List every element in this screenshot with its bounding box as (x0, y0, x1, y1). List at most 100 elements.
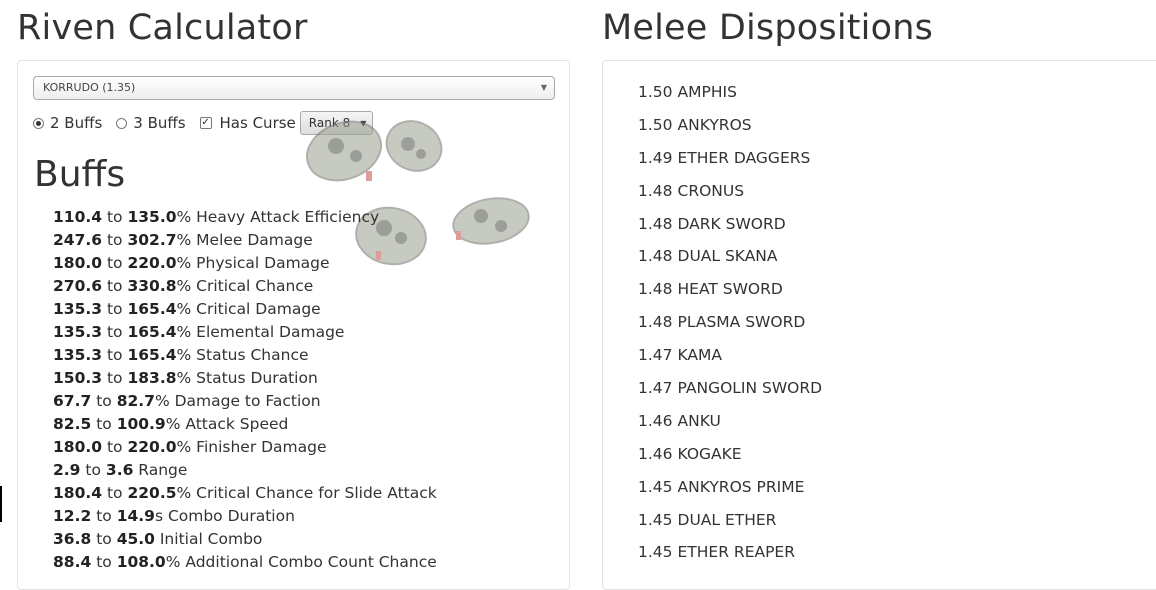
chevron-down-icon: ▼ (540, 83, 547, 92)
disposition-item: 1.48 DARK SWORD (638, 208, 827, 241)
buff-sep: to (106, 231, 123, 249)
buff-max: 45.0 (116, 530, 155, 548)
buff-max: 165.4 (127, 300, 177, 318)
buff-sep: to (85, 461, 101, 479)
buff-item: 2.9 to 3.6 Range (53, 459, 437, 482)
buff-min: 2.9 (53, 461, 81, 479)
disposition-value: 1.48 (638, 247, 673, 266)
buff-item: 12.2 to 14.9s Combo Duration (53, 505, 437, 528)
buff-max: 165.4 (127, 346, 177, 364)
calculator-title: Riven Calculator (17, 8, 308, 48)
disposition-item: 1.50 AMPHIS (638, 76, 827, 109)
buff-min: 135.3 (53, 300, 103, 318)
curse-checkbox[interactable]: ✓ (199, 117, 212, 129)
buff-text: s Combo Duration (154, 507, 295, 525)
buff-max: 14.9 (116, 507, 155, 525)
disposition-weapon: KAMA (677, 346, 722, 365)
buff-item: 88.4 to 108.0% Additional Combo Count Ch… (53, 551, 437, 574)
buff-sep: to (106, 208, 123, 226)
disposition-weapon: CRONUS (677, 181, 745, 200)
disposition-value: 1.50 (638, 115, 673, 134)
buff-min: 247.6 (53, 231, 103, 249)
disposition-item: 1.50 ANKYROS (638, 109, 827, 142)
disposition-item: 1.48 DUAL SKANA (638, 240, 827, 273)
buff-text: % Status Chance (176, 346, 309, 364)
buff-text: % Additional Combo Count Chance (165, 553, 437, 571)
disposition-weapon: KOGAKE (677, 444, 742, 463)
radio-3-buffs[interactable] (116, 117, 128, 129)
disposition-value: 1.49 (638, 148, 673, 167)
buff-min: 82.5 (53, 415, 92, 433)
buff-sep: to (106, 369, 123, 387)
disposition-weapon: ANKU (677, 411, 721, 430)
buff-max: 183.8 (127, 369, 177, 387)
buff-min: 180.4 (53, 484, 103, 502)
disposition-list: 1.50 AMPHIS 1.50 ANKYROS 1.49 ETHER DAGGERS 1.… (638, 76, 827, 569)
left-edge-marker (0, 486, 2, 522)
disposition-item: 1.48 CRONUS (638, 175, 827, 208)
radio-2-buffs[interactable] (33, 117, 44, 129)
radio-3-buffs-label[interactable]: 3 Buffs (133, 114, 185, 132)
buff-min: 180.0 (53, 438, 103, 456)
buff-min: 180.0 (53, 254, 103, 272)
buff-min: 270.6 (53, 277, 103, 295)
buff-max: 135.0 (127, 208, 177, 226)
buff-item: 180.0 to 220.0% Finisher Damage (53, 436, 437, 459)
buff-item: 180.4 to 220.5% Critical Chance for Slid… (53, 482, 437, 505)
disposition-value: 1.45 (638, 543, 673, 562)
buff-item: 180.0 to 220.0% Physical Damage (53, 252, 437, 275)
buff-text: % Heavy Attack Efficiency (176, 208, 380, 226)
calculator-panel: KORRUDO (1.35) ▼ 2 Buffs 3 Buffs ✓ Has C… (17, 60, 570, 590)
disposition-weapon: HEAT SWORD (677, 280, 783, 299)
disposition-weapon: DUAL ETHER (677, 510, 777, 529)
buffs-heading: Buffs (34, 154, 126, 195)
buff-text: % Status Duration (176, 369, 318, 387)
buff-sep: to (96, 530, 112, 548)
disposition-value: 1.47 (638, 346, 673, 365)
disposition-value: 1.48 (638, 214, 673, 233)
buff-item: 270.6 to 330.8% Critical Chance (53, 275, 437, 298)
buff-text: % Critical Chance for Slide Attack (176, 484, 437, 502)
disposition-item: 1.46 ANKU (638, 405, 827, 438)
buff-max: 330.8 (127, 277, 177, 295)
buff-sep: to (96, 507, 112, 525)
buff-min: 67.7 (53, 392, 92, 410)
disposition-item: 1.49 ETHER DAGGERS (638, 142, 827, 175)
disposition-value: 1.47 (638, 379, 673, 398)
buff-max: 108.0 (116, 553, 166, 571)
buff-max: 82.7 (116, 392, 155, 410)
buff-text: % Critical Damage (176, 300, 321, 318)
disposition-value: 1.48 (638, 313, 673, 332)
disposition-value: 1.46 (638, 411, 673, 430)
disposition-value: 1.48 (638, 280, 673, 299)
buff-max: 165.4 (127, 323, 177, 341)
buff-item: 36.8 to 45.0 Initial Combo (53, 528, 437, 551)
weapon-select-value: KORRUDO (1.35) (43, 81, 136, 94)
buff-text: % Critical Chance (176, 277, 314, 295)
buff-max: 220.0 (127, 254, 177, 272)
disposition-value: 1.50 (638, 83, 673, 101)
disposition-item: 1.45 ANKYROS PRIME (638, 471, 827, 504)
buff-item: 110.4 to 135.0% Heavy Attack Efficiency (53, 206, 437, 229)
buff-item: 150.3 to 183.8% Status Duration (53, 367, 437, 390)
buff-max: 220.0 (127, 438, 177, 456)
disposition-value: 1.46 (638, 444, 673, 463)
buff-sep: to (106, 300, 123, 318)
disposition-item: 1.48 PLASMA SWORD (638, 306, 827, 339)
curse-checkbox-label[interactable]: Has Curse (220, 114, 296, 132)
disposition-value: 1.45 (638, 510, 673, 529)
buff-sep: to (106, 254, 123, 272)
disposition-item: 1.47 KAMA (638, 339, 827, 372)
weapon-select[interactable]: KORRUDO (1.35) ▼ (33, 76, 555, 100)
buff-text: % Attack Speed (165, 415, 289, 433)
buff-text: Range (133, 461, 188, 479)
buff-text: % Finisher Damage (176, 438, 327, 456)
disposition-weapon: DARK SWORD (677, 214, 786, 233)
radio-2-buffs-label[interactable]: 2 Buffs (50, 114, 102, 132)
buff-text: % Elemental Damage (176, 323, 345, 341)
buff-item: 67.7 to 82.7% Damage to Faction (53, 390, 437, 413)
buff-sep: to (106, 323, 123, 341)
disposition-weapon: PLASMA SWORD (677, 313, 806, 332)
buff-min: 36.8 (53, 530, 92, 548)
buff-item: 82.5 to 100.9% Attack Speed (53, 413, 437, 436)
